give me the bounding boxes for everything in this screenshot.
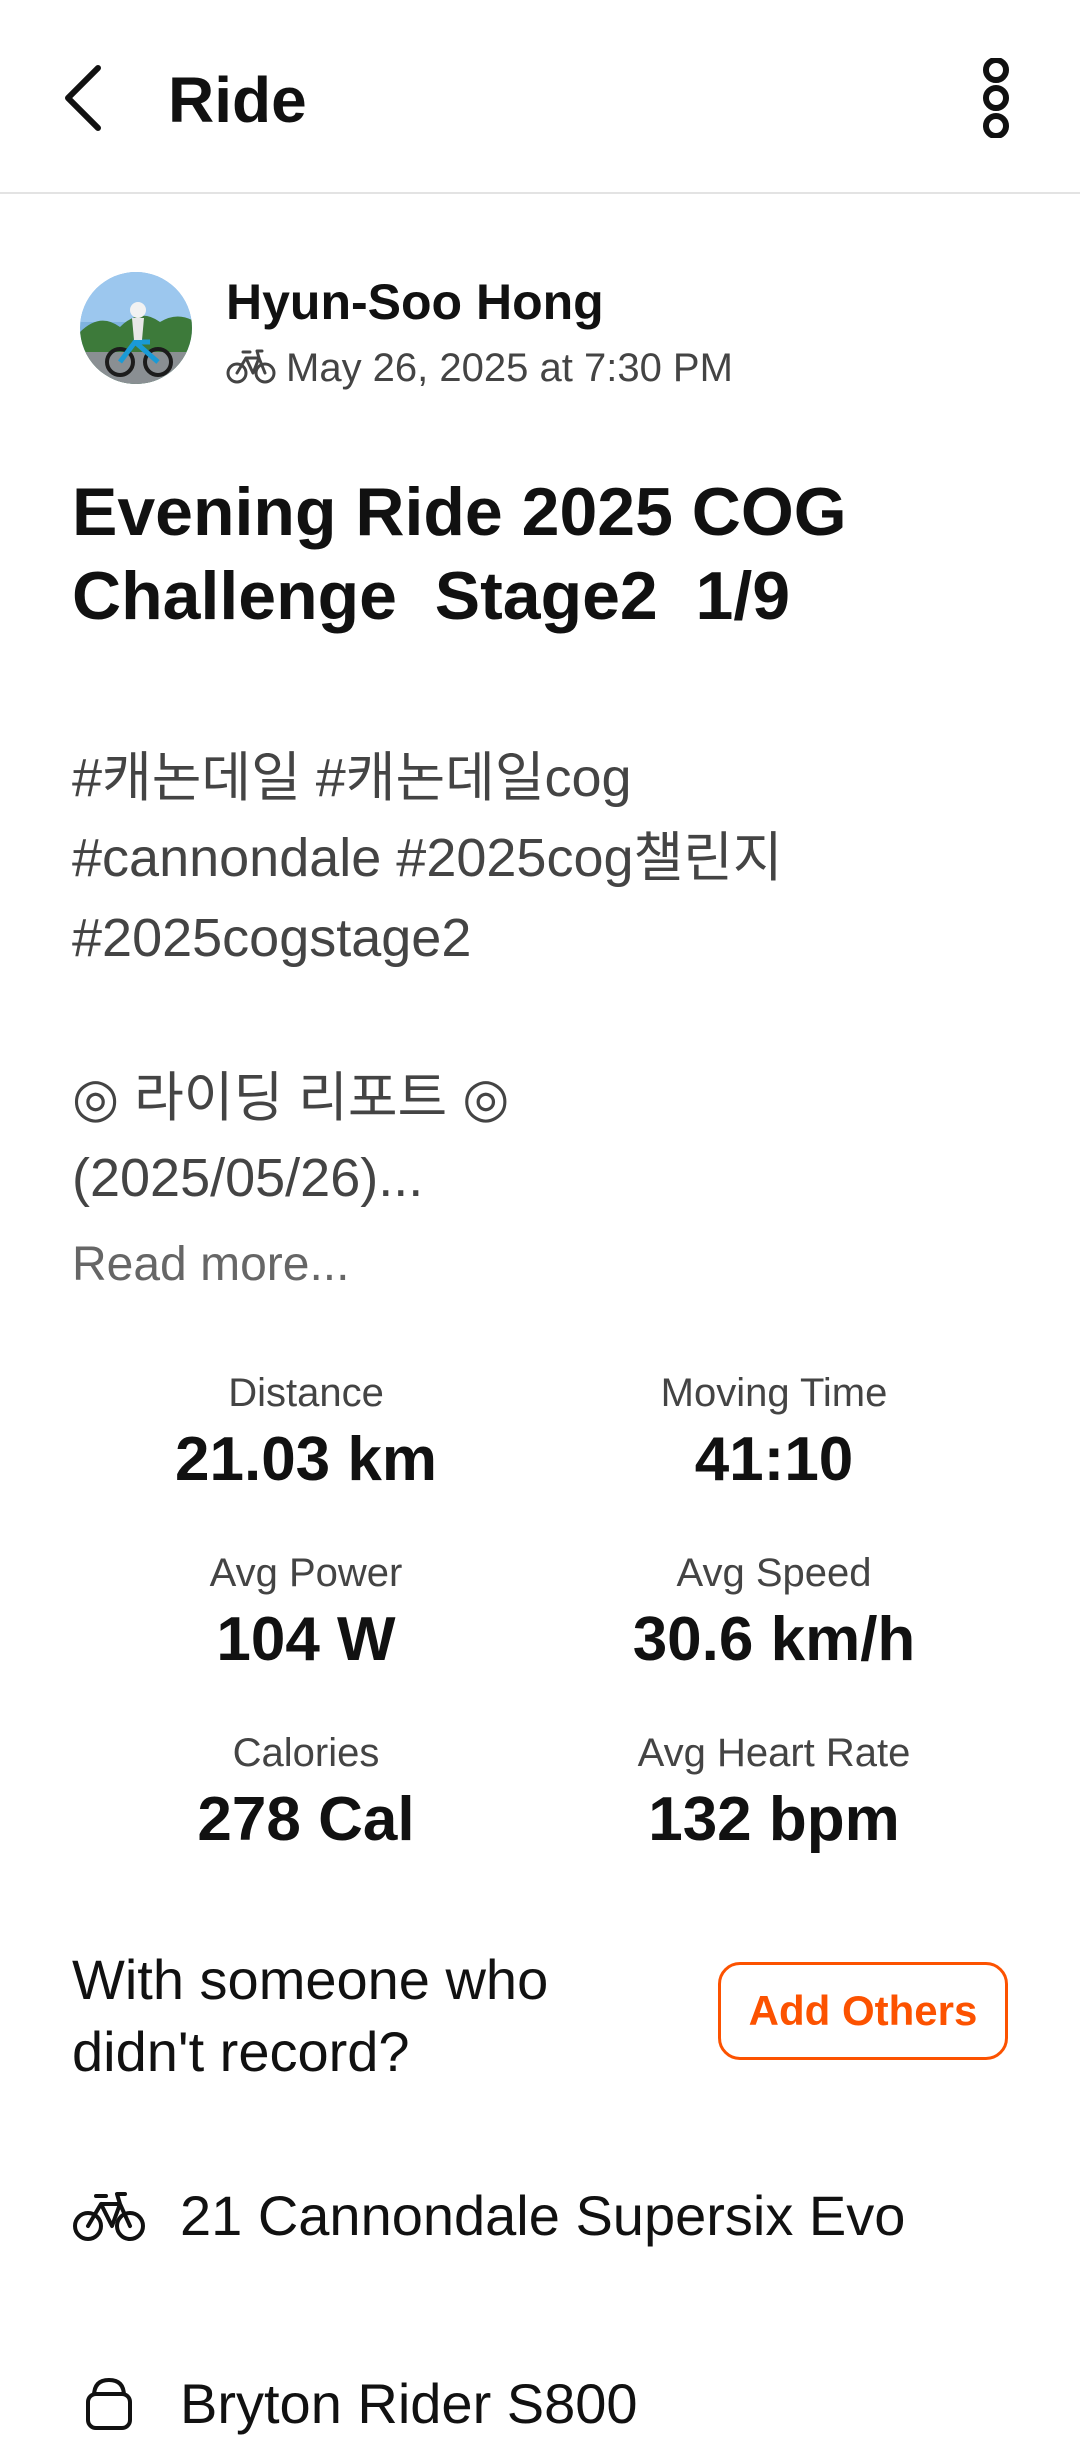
stat-label: Distance bbox=[228, 1371, 384, 1415]
read-more-link[interactable]: Read more... bbox=[72, 1234, 349, 1296]
stat-value: 132 bpm bbox=[648, 1785, 900, 1854]
stat-value: 41:10 bbox=[694, 1425, 854, 1494]
stat-value: 30.6 km/h bbox=[632, 1605, 916, 1674]
page-title: Ride bbox=[168, 64, 307, 136]
back-button[interactable] bbox=[52, 58, 132, 138]
stat-label: Moving Time bbox=[660, 1371, 888, 1415]
avatar[interactable] bbox=[80, 272, 192, 384]
activity-title: Evening Ride 2025 COG Challenge Stage2 1… bbox=[72, 474, 847, 634]
with-others-prompt: With someone who didn't record? bbox=[72, 1948, 549, 2083]
add-others-button[interactable]: Add Others bbox=[718, 1962, 1008, 2060]
activity-description: #캐논데일 #캐논데일cog #cannondale #2025cog챌린지 #… bbox=[72, 748, 783, 1208]
bike-icon bbox=[73, 2192, 145, 2241]
stat-label: Avg Power bbox=[209, 1551, 403, 1595]
stat-value: 278 Cal bbox=[197, 1785, 415, 1854]
bike-icon bbox=[226, 349, 276, 384]
stat-avg-power: Avg Power 104 W bbox=[72, 1548, 540, 1678]
chevron-left-icon bbox=[65, 65, 101, 131]
activity-date: May 26, 2025 at 7:30 PM bbox=[286, 346, 733, 390]
more-options-button[interactable] bbox=[966, 57, 1026, 139]
app-bar: Ride bbox=[0, 0, 1080, 194]
athlete-name[interactable]: Hyun-Soo Hong bbox=[226, 272, 604, 332]
stat-avg-heart-rate: Avg Heart Rate 132 bpm bbox=[540, 1728, 1008, 1858]
stat-value: 104 W bbox=[216, 1605, 396, 1674]
gear-label: Bryton Rider S800 bbox=[180, 2372, 638, 2435]
stat-moving-time: Moving Time 41:10 bbox=[540, 1368, 1008, 1498]
gear-label: 21 Cannondale Supersix Evo bbox=[180, 2184, 906, 2247]
bike-computer-icon bbox=[86, 2377, 132, 2430]
gear-device[interactable]: Bryton Rider S800 bbox=[72, 2360, 1032, 2450]
athlete-header: Hyun-Soo Hong May 26, 2025 at 7:30 PM bbox=[80, 272, 1000, 402]
stat-value: 21.03 km bbox=[175, 1425, 437, 1494]
stat-label: Calories bbox=[232, 1731, 380, 1775]
stat-calories: Calories 278 Cal bbox=[72, 1728, 540, 1858]
stat-distance: Distance 21.03 km bbox=[72, 1368, 540, 1498]
stat-label: Avg Heart Rate bbox=[637, 1731, 911, 1775]
stat-label: Avg Speed bbox=[676, 1551, 872, 1595]
stat-avg-speed: Avg Speed 30.6 km/h bbox=[540, 1548, 1008, 1678]
more-vertical-icon bbox=[983, 57, 1009, 139]
gear-bike[interactable]: 21 Cannondale Supersix Evo bbox=[72, 2172, 1032, 2262]
